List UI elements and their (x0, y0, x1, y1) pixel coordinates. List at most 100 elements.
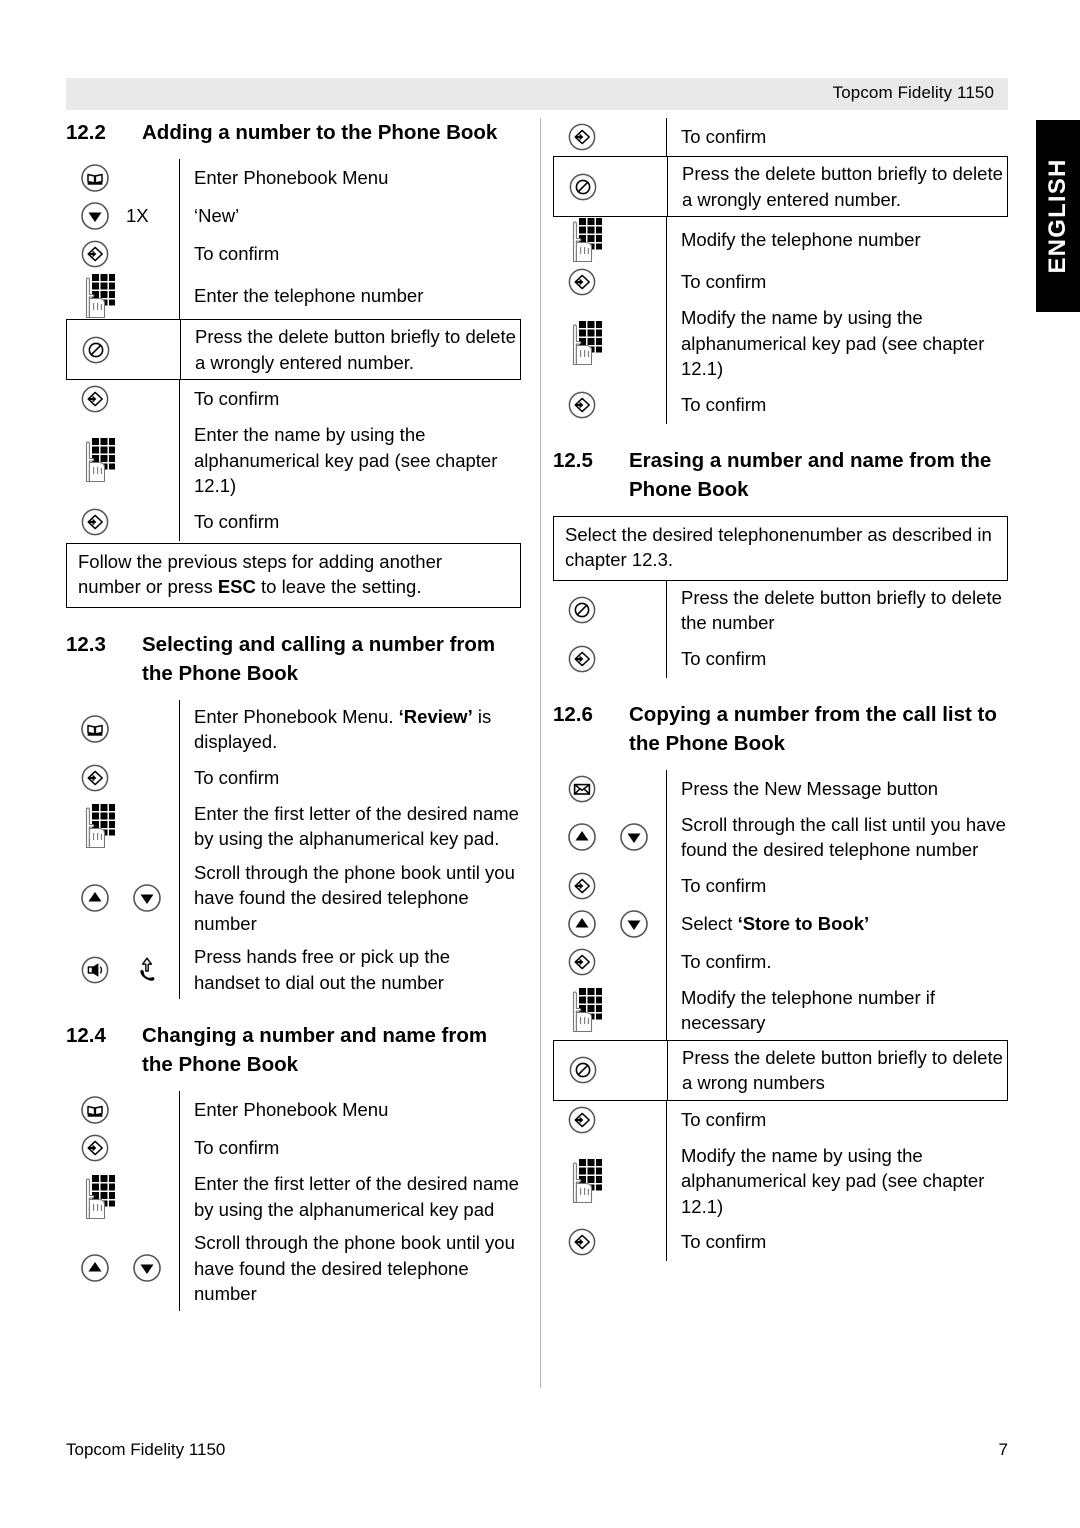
step-text-cell: Select ‘Store to Book’ (666, 904, 1008, 943)
confirm-icon (80, 384, 110, 414)
confirm-icon (80, 239, 110, 269)
confirm-icon (567, 1105, 597, 1135)
step-row: Enter the first letter of the desired na… (66, 796, 521, 856)
section-number: 12.2 (66, 121, 106, 144)
steps-table: Press the New Message button Scroll thro… (553, 769, 1008, 1261)
step-text-cell: Enter Phonebook Menu (179, 1091, 521, 1129)
step-text-before: Select (681, 912, 738, 934)
step-icon-cell (66, 380, 179, 418)
step-icon-cell (66, 759, 179, 797)
keypad-hand-icon (567, 1158, 603, 1204)
step-text: To confirm (681, 271, 767, 293)
step-icon-cell (553, 1139, 666, 1224)
step-text-cell: Modify the telephone number (666, 217, 1008, 263)
step-repeat-count: 1X (126, 205, 149, 226)
step-text-emphasis: ‘Review’ (398, 705, 473, 727)
step-row: Scroll through the phone book until you … (66, 855, 521, 941)
step-row: To confirm (66, 380, 521, 418)
section-title: Copying a number from the call list to t… (629, 702, 997, 755)
step-row: Enter Phonebook Menu. ‘Review’ is displa… (66, 699, 521, 759)
envelope-icon (567, 774, 597, 804)
step-text-cell: Press the delete button briefly to delet… (666, 580, 1008, 640)
confirm-icon (567, 871, 597, 901)
step-text: To confirm (681, 1231, 767, 1253)
step-icon-cell (66, 856, 179, 941)
section-heading-12-6: 12.6 Copying a number from the call list … (553, 700, 1008, 758)
phonebook-icon (80, 163, 110, 193)
step-text-cell: To confirm (666, 639, 1008, 678)
step-text: Press the delete button briefly to delet… (681, 586, 1002, 634)
step-row: To confirm (553, 1100, 1008, 1139)
step-icon-cell (66, 1226, 179, 1311)
step-row: 1X ‘New’ (66, 197, 521, 235)
confirm-icon (567, 390, 597, 420)
step-text-cell: Enter Phonebook Menu. ‘Review’ is displa… (179, 699, 521, 759)
step-icon-cell (66, 1167, 179, 1226)
step-row: To confirm (553, 1223, 1008, 1261)
confirm-icon (80, 1133, 110, 1163)
step-row: To confirm. (553, 942, 1008, 981)
section-heading-12-3: 12.3 Selecting and calling a number from … (66, 630, 521, 688)
section-title: Changing a number and name from the Phon… (142, 1024, 488, 1076)
section-title: Erasing a number and name from the Phone… (629, 448, 992, 501)
arrow-up-icon (80, 883, 110, 913)
step-row: To confirm (66, 1129, 521, 1167)
phonebook-icon (80, 714, 110, 744)
step-row: Press the delete button briefly to delet… (553, 580, 1008, 640)
step-row-boxed: Press the delete button briefly to delet… (553, 1039, 1008, 1101)
step-row: Enter the name by using the alphanumeric… (66, 418, 521, 503)
keypad-hand-icon (80, 437, 116, 483)
step-row: Modify the telephone number (553, 217, 1008, 263)
keypad-hand-icon (567, 320, 603, 366)
delete-icon (81, 335, 111, 365)
arrow-down-icon (619, 909, 649, 939)
step-text-cell: Modify the name by using the alphanumeri… (666, 1138, 1008, 1223)
step-row: To confirm (66, 758, 521, 797)
arrow-down-icon (619, 822, 649, 852)
step-icon-cell (554, 157, 667, 216)
steps-table: Press the delete button briefly to delet… (553, 580, 1008, 678)
step-row: Modify the name by using the alphanumeri… (553, 1138, 1008, 1224)
page-footer: Topcom Fidelity 1150 7 (66, 1440, 1008, 1460)
page-header-band: Topcom Fidelity 1150 (66, 78, 1008, 110)
column-divider (540, 118, 541, 1388)
step-text-cell: Enter the telephone number (179, 273, 521, 319)
confirm-icon (567, 644, 597, 674)
step-icon-cell (553, 217, 666, 263)
confirm-icon (567, 122, 597, 152)
delete-icon (568, 1055, 598, 1085)
step-icon-cell (66, 700, 179, 759)
step-text: Select ‘Store to Book’ (681, 911, 1006, 937)
step-icon-cell (553, 386, 666, 424)
step-text-cell: To confirm (666, 1100, 1008, 1139)
note-text-emphasis: ESC (217, 576, 256, 597)
footer-page-number: 7 (998, 1440, 1008, 1459)
step-row: To confirm (553, 118, 1008, 156)
confirm-icon (80, 507, 110, 537)
arrow-down-icon (132, 1253, 162, 1283)
arrow-down-icon (80, 201, 110, 231)
step-icon-cell: 1X (66, 197, 179, 235)
keypad-hand-icon (80, 273, 116, 319)
step-icon-cell (553, 1223, 666, 1261)
confirm-icon (567, 1227, 597, 1257)
section-number: 12.3 (66, 632, 106, 656)
footer-left-text: Topcom Fidelity 1150 (66, 1440, 226, 1459)
language-tab-label: ENGLISH (1044, 158, 1071, 274)
step-text-cell: Enter the first letter of the desired na… (179, 796, 521, 856)
section-heading-12-4: 12.4 Changing a number and name from the … (66, 1021, 521, 1079)
step-row: Modify the name by using the alphanumeri… (553, 301, 1008, 386)
note-text-after: to leave the setting. (255, 576, 422, 597)
step-text-cell: Press the delete button briefly to delet… (667, 1040, 1007, 1100)
step-row-boxed: Press the delete button briefly to delet… (66, 319, 521, 380)
step-text: Enter Phonebook Menu. ‘Review’ is displa… (194, 704, 519, 755)
step-icon-cell (553, 905, 666, 943)
step-text: Modify the telephone number if necessary (681, 986, 936, 1034)
step-text: Scroll through the phone book until you … (194, 1232, 515, 1304)
step-text-cell: To confirm (179, 1129, 521, 1167)
step-text: To confirm (681, 393, 767, 415)
step-text: Modify the name by using the alphanumeri… (681, 1144, 985, 1217)
delete-icon (568, 172, 598, 202)
step-icon-cell (66, 940, 179, 999)
step-text: Modify the telephone number (681, 229, 921, 251)
